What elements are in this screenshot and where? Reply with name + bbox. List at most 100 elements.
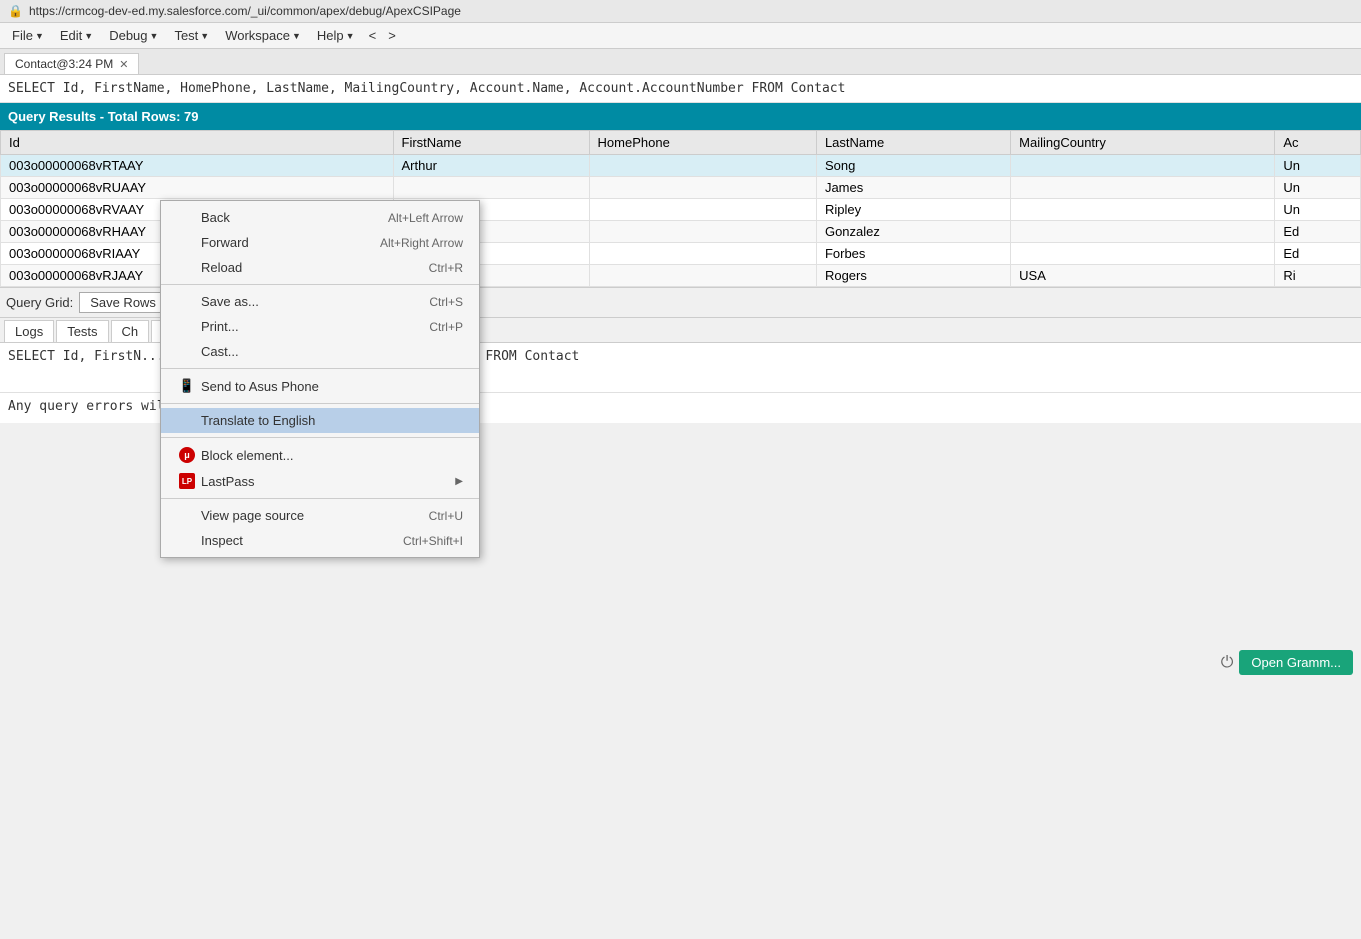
ctx-menu-item[interactable]: 📱 Send to Asus Phone [161,373,479,399]
menu-edit[interactable]: Edit ▼ [52,25,101,46]
table-cell: Rogers [816,265,1010,287]
ctx-item-label: Inspect [201,533,243,548]
ctx-item-label: Forward [201,235,249,250]
edit-arrow: ▼ [84,31,93,41]
table-cell [1011,221,1275,243]
col-ac: Ac [1275,131,1361,155]
ctx-item-label: Print... [201,319,239,334]
table-cell [589,265,816,287]
table-cell [589,221,816,243]
ctx-item-label: Save as... [201,294,259,309]
col-mailingcountry: MailingCountry [1011,131,1275,155]
ctx-separator [161,284,479,285]
ctx-item-label: Send to Asus Phone [201,379,319,394]
ctx-menu-item[interactable]: Back Alt+Left Arrow [161,205,479,230]
table-cell: Ripley [816,199,1010,221]
workspace-arrow: ▼ [292,31,301,41]
ctx-separator [161,498,479,499]
ctx-menu-item[interactable]: Save as... Ctrl+S [161,289,479,314]
menu-help[interactable]: Help ▼ [309,25,363,46]
ctx-separator [161,403,479,404]
query-text: SELECT Id, FirstName, HomePhone, LastNam… [8,81,845,96]
ctx-item-shortcut: Ctrl+S [429,295,463,309]
table-cell [589,155,816,177]
table-row[interactable]: 003o00000068vRUAAY James Un [1,177,1361,199]
table-cell: Un [1275,177,1361,199]
tab-ch[interactable]: Ch [111,320,150,342]
table-cell [393,177,589,199]
table-cell: Un [1275,199,1361,221]
nav-back[interactable]: < [363,25,383,46]
submenu-arrow-icon: ▶ [455,476,463,487]
table-cell: Gonzalez [816,221,1010,243]
col-homephone: HomePhone [589,131,816,155]
table-cell [589,177,816,199]
ctx-menu-item[interactable]: Inspect Ctrl+Shift+I [161,528,479,553]
table-cell: Ed [1275,243,1361,265]
ctx-item-shortcut: Alt+Right Arrow [380,236,463,250]
ctx-menu-item[interactable]: Print... Ctrl+P [161,314,479,339]
table-cell [589,243,816,265]
table-cell: Un [1275,155,1361,177]
ctx-separator [161,368,479,369]
table-cell: Ed [1275,221,1361,243]
browser-menubar: File ▼ Edit ▼ Debug ▼ Test ▼ Workspace ▼… [0,23,1361,49]
table-cell [1011,243,1275,265]
open-grammarly-button[interactable]: Open Gramm... [1239,650,1353,675]
results-header: Query Results - Total Rows: 79 [0,103,1361,130]
ctx-item-shortcut: Ctrl+P [429,320,463,334]
power-icon[interactable]: ⏻ [1221,654,1234,672]
ctx-menu-item[interactable]: Forward Alt+Right Arrow [161,230,479,255]
ctx-item-label: View page source [201,508,304,523]
ctx-menu-item[interactable]: Reload Ctrl+R [161,255,479,280]
table-cell: Forbes [816,243,1010,265]
tab-tests[interactable]: Tests [56,320,108,342]
table-cell [589,199,816,221]
context-menu: Back Alt+Left Arrow Forward Alt+Right Arrow… [160,200,480,558]
lastpass-icon: LP [177,473,197,489]
table-cell: Ri [1275,265,1361,287]
table-cell: Arthur [393,155,589,177]
menu-file[interactable]: File ▼ [4,25,52,46]
table-cell [1011,155,1275,177]
table-cell: 003o00000068vRTAAY [1,155,394,177]
tab-bar: Contact@3:24 PM ✕ [0,49,1361,75]
ctx-menu-item[interactable]: μBlock element... [161,442,479,468]
table-cell: Song [816,155,1010,177]
ctx-menu-item[interactable]: Translate to English [161,408,479,433]
save-rows-button[interactable]: Save Rows [79,292,167,313]
tab-label: Contact@3:24 PM [15,57,113,71]
ctx-item-label: Translate to English [201,413,315,428]
ctx-item-label: LastPass [201,474,254,489]
ctx-menu-item[interactable]: Cast... [161,339,479,364]
query-bar: SELECT Id, FirstName, HomePhone, LastNam… [0,75,1361,103]
table-cell [1011,199,1275,221]
menu-workspace[interactable]: Workspace ▼ [217,25,309,46]
browser-url: https://crmcog-dev-ed.my.salesforce.com/… [29,4,461,18]
ctx-separator [161,437,479,438]
table-cell: James [816,177,1010,199]
menu-test[interactable]: Test ▼ [166,25,217,46]
ctx-item-label: Reload [201,260,242,275]
menu-debug[interactable]: Debug ▼ [101,25,166,46]
tab-close-icon[interactable]: ✕ [119,58,128,71]
send-icon: 📱 [177,378,197,394]
tab-contact[interactable]: Contact@3:24 PM ✕ [4,53,139,74]
ctx-item-label: Block element... [201,448,294,463]
table-cell: 003o00000068vRUAAY [1,177,394,199]
status-bar: ⏻ Open Gramm... [1213,646,1361,679]
test-arrow: ▼ [200,31,209,41]
table-row[interactable]: 003o00000068vRTAAYArthur Song Un [1,155,1361,177]
ctx-item-shortcut: Ctrl+Shift+I [403,534,463,548]
ctx-item-label: Back [201,210,230,225]
ctx-menu-item[interactable]: View page sourceCtrl+U [161,503,479,528]
query-grid-label: Query Grid: [6,295,73,310]
tab-logs[interactable]: Logs [4,320,54,342]
ctx-item-shortcut: Alt+Left Arrow [388,211,463,225]
nav-forward[interactable]: > [382,25,402,46]
browser-titlebar: 🔒 https://crmcog-dev-ed.my.salesforce.co… [0,0,1361,23]
table-cell: USA [1011,265,1275,287]
help-arrow: ▼ [346,31,355,41]
ctx-item-shortcut: Ctrl+R [429,261,463,275]
ctx-menu-item[interactable]: LP LastPass ▶ [161,468,479,494]
